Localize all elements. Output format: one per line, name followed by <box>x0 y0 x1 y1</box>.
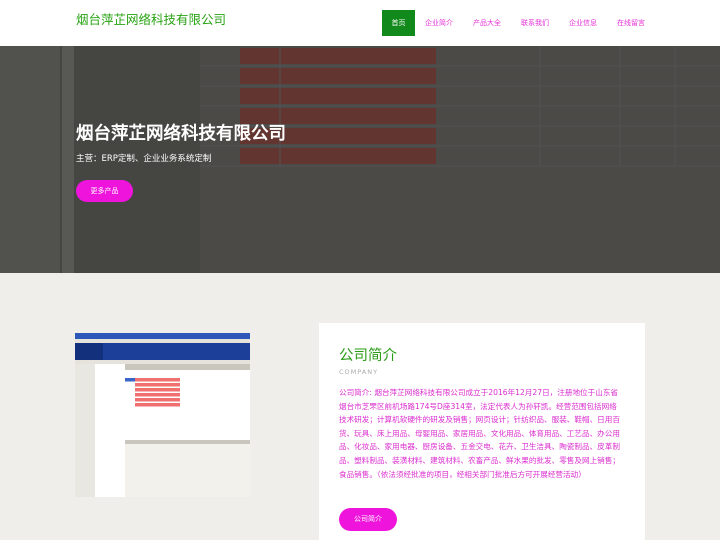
hero-title: 烟台萍芷网络科技有限公司 <box>76 124 286 144</box>
nav-item-contact[interactable]: 联系我们 <box>511 10 559 36</box>
company-intro-button[interactable]: 公司简介 <box>339 508 397 531</box>
nav-item-home[interactable]: 首页 <box>382 10 415 36</box>
nav-item-message[interactable]: 在线留言 <box>607 10 655 36</box>
nav-item-products[interactable]: 产品大全 <box>463 10 511 36</box>
about-body: 公司简介: 烟台萍芷网络科技有限公司成立于2016年12月27日，注册地位于山东… <box>339 388 620 479</box>
hero-banner: 烟台萍芷网络科技有限公司 主营：ERP定制、企业业务系统定制 更多产品 <box>0 46 720 273</box>
about-title: 公司简介 <box>339 348 397 364</box>
about-card: 公司简介 COMPANY 公司简介: 烟台萍芷网络科技有限公司成立于2016年1… <box>319 323 645 540</box>
more-products-button[interactable]: 更多产品 <box>76 180 133 202</box>
about-eyebrow: COMPANY <box>339 368 379 376</box>
nav-item-company-info[interactable]: 企业信息 <box>559 10 607 36</box>
brand-name[interactable]: 烟台萍芷网络科技有限公司 <box>76 9 226 28</box>
nav-item-about[interactable]: 企业简介 <box>415 10 463 36</box>
hero-subtitle: 主营：ERP定制、企业业务系统定制 <box>76 154 212 164</box>
main-nav: 首页 企业简介 产品大全 联系我们 企业信息 在线留言 <box>382 10 655 36</box>
site-header: 烟台萍芷网络科技有限公司 首页 企业简介 产品大全 联系我们 企业信息 在线留言 <box>0 0 720 46</box>
erp-screenshot-image <box>75 333 250 497</box>
